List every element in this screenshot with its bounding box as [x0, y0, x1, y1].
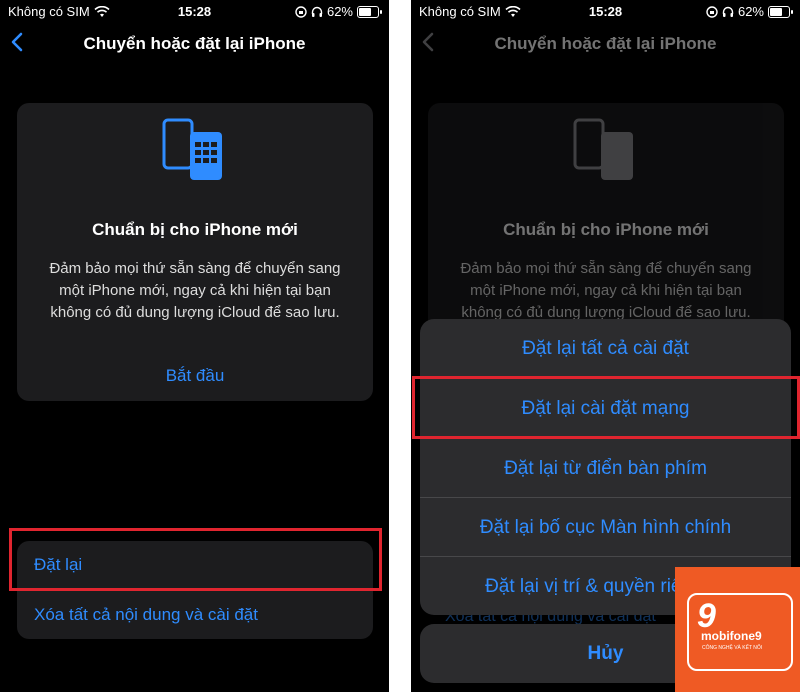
- status-bar: Không có SIM 15:28 62%: [411, 0, 800, 24]
- list-divider: [34, 590, 373, 591]
- battery-icon: [768, 5, 793, 18]
- battery-icon: [357, 5, 382, 18]
- card-title: Chuẩn bị cho iPhone mới: [503, 220, 709, 239]
- mobifone9-logo: 9 mobifone9 CÔNG NGHỆ VÀ KẾT NỐI: [675, 567, 800, 692]
- navigation-bar: Chuyển hoặc đặt lại iPhone: [0, 28, 389, 60]
- battery-percent: 62%: [326, 4, 353, 19]
- headphones-icon: [311, 6, 323, 17]
- rotation-lock-icon: [706, 5, 718, 18]
- card-description: Đảm bảo mọi thứ sẵn sàng để chuyển sang …: [448, 258, 764, 324]
- page-title: Chuyển hoặc đặt lại iPhone: [494, 34, 717, 53]
- status-bar: Không có SIM 15:28 62%: [0, 0, 389, 24]
- phones-transfer-icon: [162, 118, 222, 180]
- card-desc-line: Đảm bảo mọi thứ sẵn sàng để chuyển sang: [460, 260, 752, 277]
- navigation-bar: Chuyển hoặc đặt lại iPhone: [411, 28, 800, 60]
- reset-list: Đặt lại Xóa tất cả nội dung và cài đặt: [17, 541, 373, 639]
- reset-row[interactable]: Đặt lại: [34, 555, 82, 575]
- headphones-icon: [722, 6, 734, 17]
- reset-keyboard-dictionary-option[interactable]: Đặt lại từ điển bàn phím: [420, 439, 791, 498]
- phones-transfer-icon: [573, 118, 633, 180]
- prepare-card: Chuẩn bị cho iPhone mới Đảm bảo mọi thứ …: [17, 103, 373, 401]
- status-right: 62%: [706, 4, 793, 19]
- logo-tagline: CÔNG NGHỆ VÀ KẾT NỐI: [702, 645, 763, 651]
- reset-network-settings-option[interactable]: Đặt lại cài đặt mạng: [420, 379, 791, 438]
- card-description: Đảm bảo mọi thứ sẵn sàng để chuyển sang …: [37, 258, 353, 324]
- card-desc-line: Đảm bảo mọi thứ sẵn sàng để chuyển sang: [49, 260, 341, 277]
- phone-screen-left: Không có SIM 15:28 62% Chuyển hoặc đặt l…: [0, 0, 389, 692]
- card-desc-line: một iPhone mới, ngay cả khi hiện tại bạn: [59, 282, 331, 299]
- card-title: Chuẩn bị cho iPhone mới: [92, 220, 298, 239]
- reset-all-settings-option[interactable]: Đặt lại tất cả cài đặt: [420, 319, 791, 378]
- card-desc-line: không có đủ dung lượng iCloud để sao lưu…: [50, 304, 340, 321]
- battery-percent: 62%: [737, 4, 764, 19]
- start-button[interactable]: Bắt đầu: [17, 366, 373, 386]
- page-title: Chuyển hoặc đặt lại iPhone: [83, 34, 306, 53]
- logo-brand: mobifone9: [701, 629, 762, 643]
- reset-home-screen-layout-option[interactable]: Đặt lại bố cục Màn hình chính: [420, 498, 791, 557]
- card-desc-line: một iPhone mới, ngay cả khi hiện tại bạn: [470, 282, 742, 299]
- erase-all-row[interactable]: Xóa tất cả nội dung và cài đặt: [34, 605, 258, 625]
- rotation-lock-icon: [295, 5, 307, 18]
- status-right: 62%: [295, 4, 382, 19]
